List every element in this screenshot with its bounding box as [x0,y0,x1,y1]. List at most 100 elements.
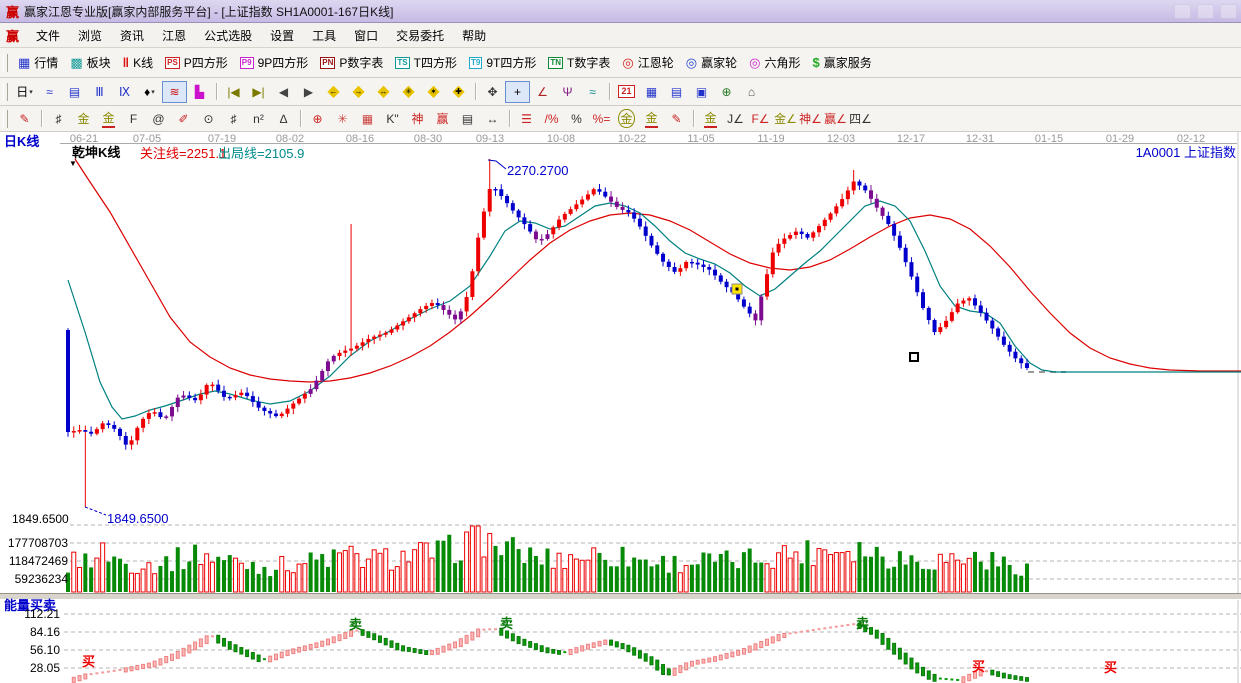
first-bar-icon[interactable]: |◀ [222,82,245,102]
gold-comb-icon[interactable]: 金 [72,109,95,129]
window-restore-button[interactable] [1197,4,1214,19]
p-square-button-label: P四方形 [184,54,228,71]
target-icon[interactable]: ⊕ [306,109,329,129]
web-export-icon[interactable]: ⊕ [715,82,738,102]
compress-icon[interactable]: ◆✳ [397,82,420,102]
shift-left-icon[interactable]: ◆← [322,82,345,102]
four-way-icon[interactable]: ◆✚ [447,82,470,102]
t-percent-icon[interactable]: /% [540,109,563,129]
overlay-curve-icon[interactable]: ≈ [38,82,61,102]
calendar-icon[interactable]: 21 [615,82,638,102]
t-square-button[interactable]: TST四方形 [389,52,463,73]
kline-button[interactable]: ‖K线 [117,52,159,73]
si-angle-icon[interactable]: 四∠ [849,109,872,129]
menu-item-2[interactable]: 资讯 [111,24,153,47]
brush-icon[interactable]: ✎ [13,109,36,129]
title-bar[interactable]: 赢 赢家江恩专业版[赢家内部服务平台] - [上证指数 SH1A0001-167… [0,0,1241,23]
hexagon-button[interactable]: ◎六角形 [743,52,806,73]
hand-tool-icon[interactable]: ✥ [481,82,504,102]
gold-angle-icon[interactable]: 金∠ [774,109,797,129]
wave3-icon[interactable]: Ⅲ [88,82,111,102]
width-measure-icon[interactable]: ↔ [481,109,504,129]
chart-canvas[interactable] [0,132,1241,683]
comb2-icon[interactable]: ♯ [222,109,245,129]
qiankun-kline-icon[interactable]: ≋ [163,82,186,102]
shen-angle-icon[interactable]: 神∠ [799,109,822,129]
angle-mirror-icon[interactable]: ∆ [272,109,295,129]
menu-item-0[interactable]: 文件 [27,24,69,47]
menu-item-5[interactable]: 设置 [261,24,303,47]
p9-square-button[interactable]: P99P四方形 [234,52,314,73]
time-cycle-icon[interactable]: ⊙ [197,109,220,129]
toolbar-separator [41,110,42,127]
n-square-icon[interactable]: n² [247,109,270,129]
quotes-button[interactable]: ▦行情 [12,52,64,73]
j-angle-icon[interactable]: J∠ [724,109,747,129]
period-daily-dropdown[interactable]: 日▾ [13,82,36,102]
shen-web-icon[interactable]: 神 [406,109,429,129]
angle-measure-icon[interactable]: ∠ [531,82,554,102]
gann-wheel-button[interactable]: ◎江恩轮 [616,52,679,73]
gold-lines-icon[interactable]: 金 [640,109,663,129]
toolbar-grip[interactable] [3,83,8,101]
toolbar-separator [300,110,301,127]
elliott-wave-icon[interactable]: ≈ [581,82,604,102]
sectors-button[interactable]: ▩板块 [64,52,116,73]
volume-profile-icon[interactable]: ▙ [188,82,211,102]
menu-item-8[interactable]: 交易委托 [387,24,453,47]
menu-item-6[interactable]: 工具 [303,24,345,47]
win-angle-icon[interactable]: 赢∠ [824,109,847,129]
info-list-icon[interactable]: ▤ [63,82,86,102]
black-marker [910,353,918,361]
ruler123-icon[interactable]: ▤ [456,109,479,129]
gold-base-icon[interactable]: 金 [699,109,722,129]
price-ladder-icon[interactable]: ☰ [515,109,538,129]
candle-type-dropdown[interactable]: ♦▾ [138,82,161,102]
gann-comb-icon[interactable]: ♯ [47,109,70,129]
winner-wheel-button[interactable]: ◎赢家轮 [680,52,743,73]
gann-shape-icon[interactable]: Ψ [556,82,579,102]
wave9-icon[interactable]: Ⅸ [113,82,136,102]
workstation-icon[interactable]: ⌂ [740,82,763,102]
star-web-icon[interactable]: ✳ [331,109,354,129]
toolbar-grip[interactable] [3,54,8,72]
p-square-button[interactable]: PSP四方形 [159,52,234,73]
spiral-icon[interactable]: @ [147,109,170,129]
percent-line-icon[interactable]: %= [590,109,613,129]
toolbar-grip[interactable] [3,110,8,128]
flag-brush-icon[interactable]: ✎ [665,109,688,129]
report-icon[interactable]: ▤ [665,82,688,102]
expand-all-icon[interactable]: ◆✶ [422,82,445,102]
percent-icon[interactable]: % [565,109,588,129]
shift-right-icon[interactable]: ◆→ [347,82,370,102]
win-web-icon[interactable]: 赢 [431,109,454,129]
k-quote-icon[interactable]: K" [381,109,404,129]
prev-bar-icon[interactable]: ◀ [272,82,295,102]
t9-square-button-icon: T9 [469,57,482,69]
winner-service-button[interactable]: $赢家服务 [806,52,877,73]
p-number-table-button[interactable]: PNP数字表 [314,52,389,73]
window-minimize-button[interactable] [1174,4,1191,19]
last-bar-icon[interactable]: ▶| [247,82,270,102]
t-square-button-label: T四方形 [414,54,457,71]
brush-ruler-icon[interactable]: ✐ [172,109,195,129]
menu-item-1[interactable]: 浏览 [69,24,111,47]
menu-item-7[interactable]: 窗口 [345,24,387,47]
f-comb-icon[interactable]: F [122,109,145,129]
toolbar-separator [509,110,510,127]
next-bar-icon[interactable]: ▶ [297,82,320,102]
gold-comb2-icon[interactable]: 金 [97,109,120,129]
expand-horizontal-icon[interactable]: ◆↔ [372,82,395,102]
menu-item-4[interactable]: 公式选股 [195,24,261,47]
save-icon[interactable]: ▣ [690,82,713,102]
crosshair-tool-icon[interactable]: + [506,82,529,102]
calculator-icon[interactable]: ▦ [640,82,663,102]
t-number-table-button[interactable]: TNT数字表 [542,52,616,73]
menu-item-9[interactable]: 帮助 [453,24,495,47]
t9-square-button[interactable]: T99T四方形 [463,52,542,73]
menu-item-3[interactable]: 江恩 [153,24,195,47]
gold-circle-icon[interactable]: 金 [615,109,638,129]
f-angle-icon[interactable]: F∠ [749,109,772,129]
grid-web-icon[interactable]: ▦ [356,109,379,129]
window-close-button[interactable] [1220,4,1237,19]
